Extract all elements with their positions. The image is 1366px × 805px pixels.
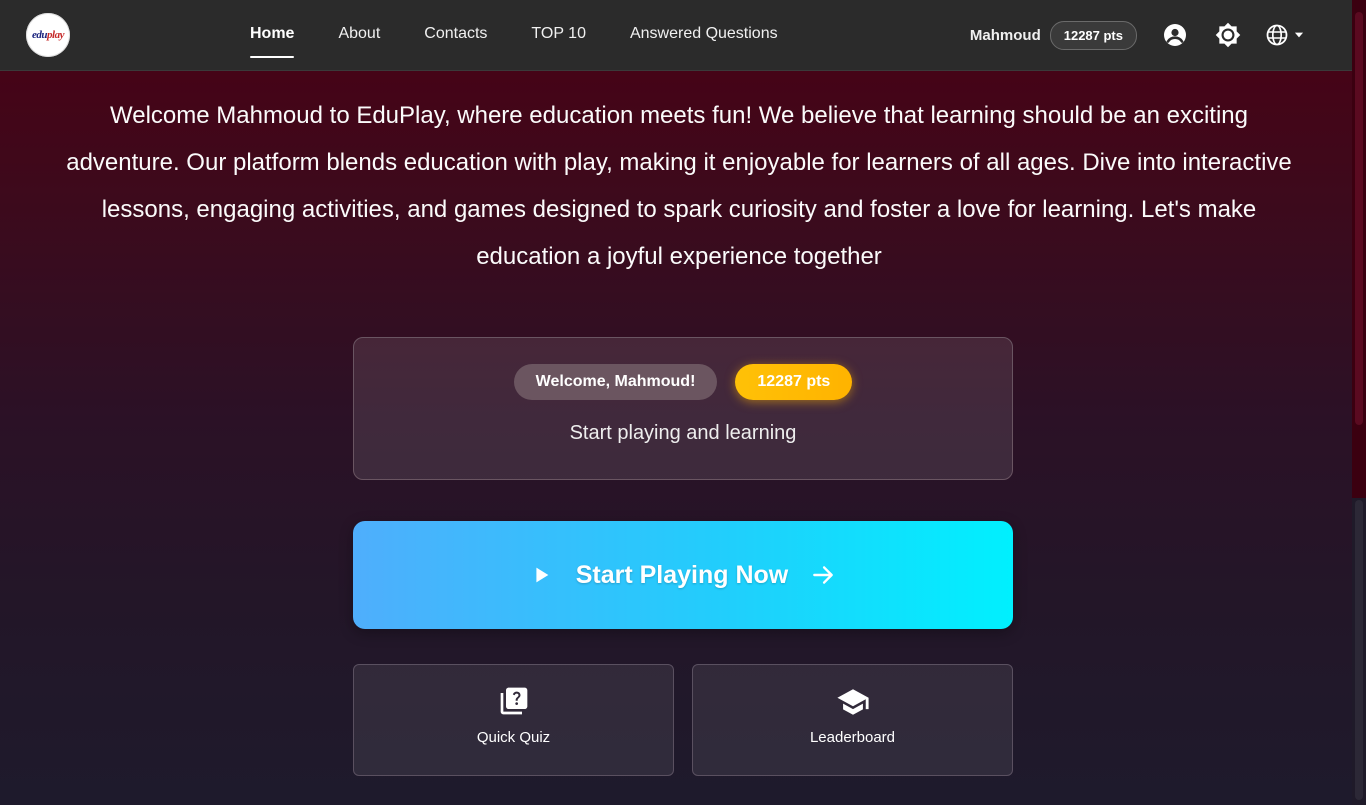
nav-user-area: Mahmoud 12287 pts bbox=[970, 0, 1306, 70]
top-navbar: eduplay Home About Contacts TOP 10 Answe… bbox=[0, 0, 1352, 71]
logo-text: eduplay bbox=[32, 29, 64, 41]
welcome-badge: Welcome, Mahmoud! bbox=[513, 364, 718, 400]
eduplay-logo[interactable]: eduplay bbox=[26, 13, 70, 57]
nav-contacts[interactable]: Contacts bbox=[402, 0, 509, 70]
brightness-icon[interactable] bbox=[1213, 20, 1243, 50]
intro-paragraph: Welcome Mahmoud to EduPlay, where educat… bbox=[66, 102, 1292, 270]
quick-quiz-label: Quick Quiz bbox=[476, 729, 551, 746]
points-pill: 12287 pts bbox=[1049, 20, 1137, 50]
leaderboard-label: Leaderboard bbox=[809, 729, 896, 746]
nav-links: Home About Contacts TOP 10 Answered Ques… bbox=[228, 0, 800, 70]
leaderboard-tile[interactable]: Leaderboard bbox=[692, 664, 1013, 776]
globe-icon bbox=[1266, 24, 1288, 46]
nav-about[interactable]: About bbox=[316, 0, 402, 70]
start-playing-button[interactable]: Start Playing Now bbox=[353, 521, 1013, 629]
page-scrollbar[interactable] bbox=[1352, 0, 1366, 805]
welcome-badges: Welcome, Mahmoud! 12287 pts bbox=[354, 364, 1012, 400]
arrow-right-icon bbox=[813, 566, 834, 584]
username: Mahmoud bbox=[969, 26, 1041, 44]
nav-top10[interactable]: TOP 10 bbox=[509, 0, 608, 70]
quick-quiz-tile[interactable]: Quick Quiz bbox=[353, 664, 674, 776]
language-selector[interactable] bbox=[1265, 23, 1306, 47]
scrollbar-thumb[interactable] bbox=[1355, 12, 1363, 425]
start-playing-label: Start Playing Now bbox=[575, 560, 789, 589]
account-circle-icon[interactable] bbox=[1160, 20, 1190, 50]
nav-answered-questions[interactable]: Answered Questions bbox=[608, 0, 800, 70]
scrollbar-thumb-lower bbox=[1355, 500, 1363, 800]
caret-down-icon bbox=[1294, 32, 1304, 38]
welcome-card: Welcome, Mahmoud! 12287 pts Start playin… bbox=[353, 337, 1013, 480]
quiz-icon bbox=[354, 685, 673, 717]
school-icon bbox=[693, 685, 1012, 719]
welcome-subtitle: Start playing and learning bbox=[569, 422, 797, 444]
nav-home[interactable]: Home bbox=[228, 0, 316, 70]
points-badge: 12287 pts bbox=[735, 364, 853, 400]
play-icon bbox=[536, 567, 549, 583]
